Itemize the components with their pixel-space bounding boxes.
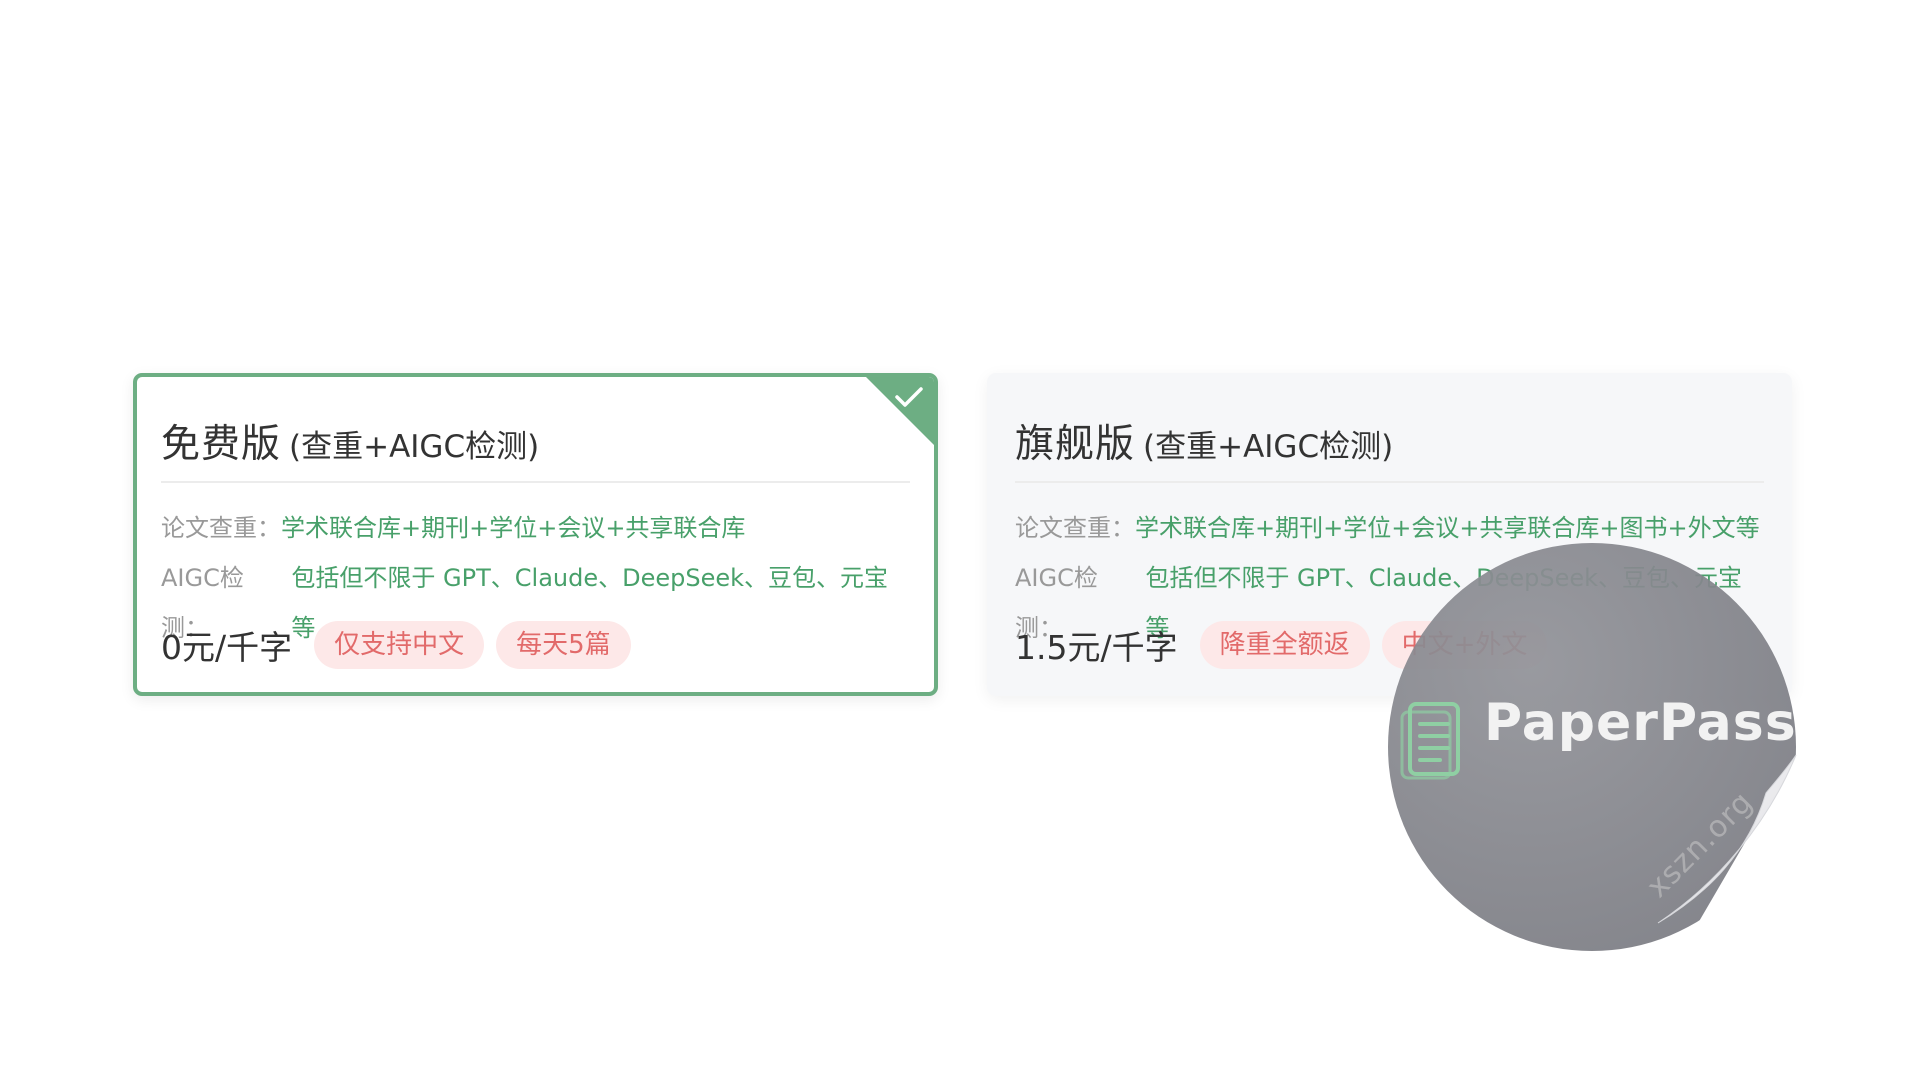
document-clipboard-icon [1400,702,1460,780]
plan-card-free[interactable]: 免费版 (查重+AIGC检测) 论文查重： 学术联合库+期刊+学位+会议+共享联… [133,373,938,696]
plan-price: 1.5元/千字 [1015,628,1178,667]
plan-subtitle: (查重+AIGC检测) [289,429,540,465]
plan-tag: 每天5篇 [496,621,631,669]
aigc-line: AIGC检测： 包括但不限于 GPT、Claude、DeepSeek、豆包、元宝… [161,553,910,642]
paperpass-sticker: PaperPass [1388,543,1797,951]
plan-title: 旗舰版 [1015,422,1136,467]
plan-title-row: 免费版 (查重+AIGC检测) [161,413,910,483]
check-icon [895,387,923,407]
plagiarism-db-line: 论文查重： 学术联合库+期刊+学位+会议+共享联合库 [161,503,910,553]
page: 免费版 (查重+AIGC检测) 论文查重： 学术联合库+期刊+学位+会议+共享联… [0,0,1920,1080]
sticker-brand: PaperPass [1484,693,1797,753]
plagiarism-value: 学术联合库+期刊+学位+会议+共享联合库 [281,514,746,542]
plan-tag: 仅支持中文 [314,621,485,669]
plan-subtitle: (查重+AIGC检测) [1143,429,1394,465]
plagiarism-label: 论文查重： [161,514,281,542]
plan-title: 免费版 [161,422,282,467]
plan-tag: 降重全额返 [1199,621,1370,669]
plan-title-row: 旗舰版 (查重+AIGC检测) [1015,413,1764,483]
plagiarism-label: 论文查重： [1015,514,1135,542]
plan-price: 0元/千字 [161,628,293,667]
